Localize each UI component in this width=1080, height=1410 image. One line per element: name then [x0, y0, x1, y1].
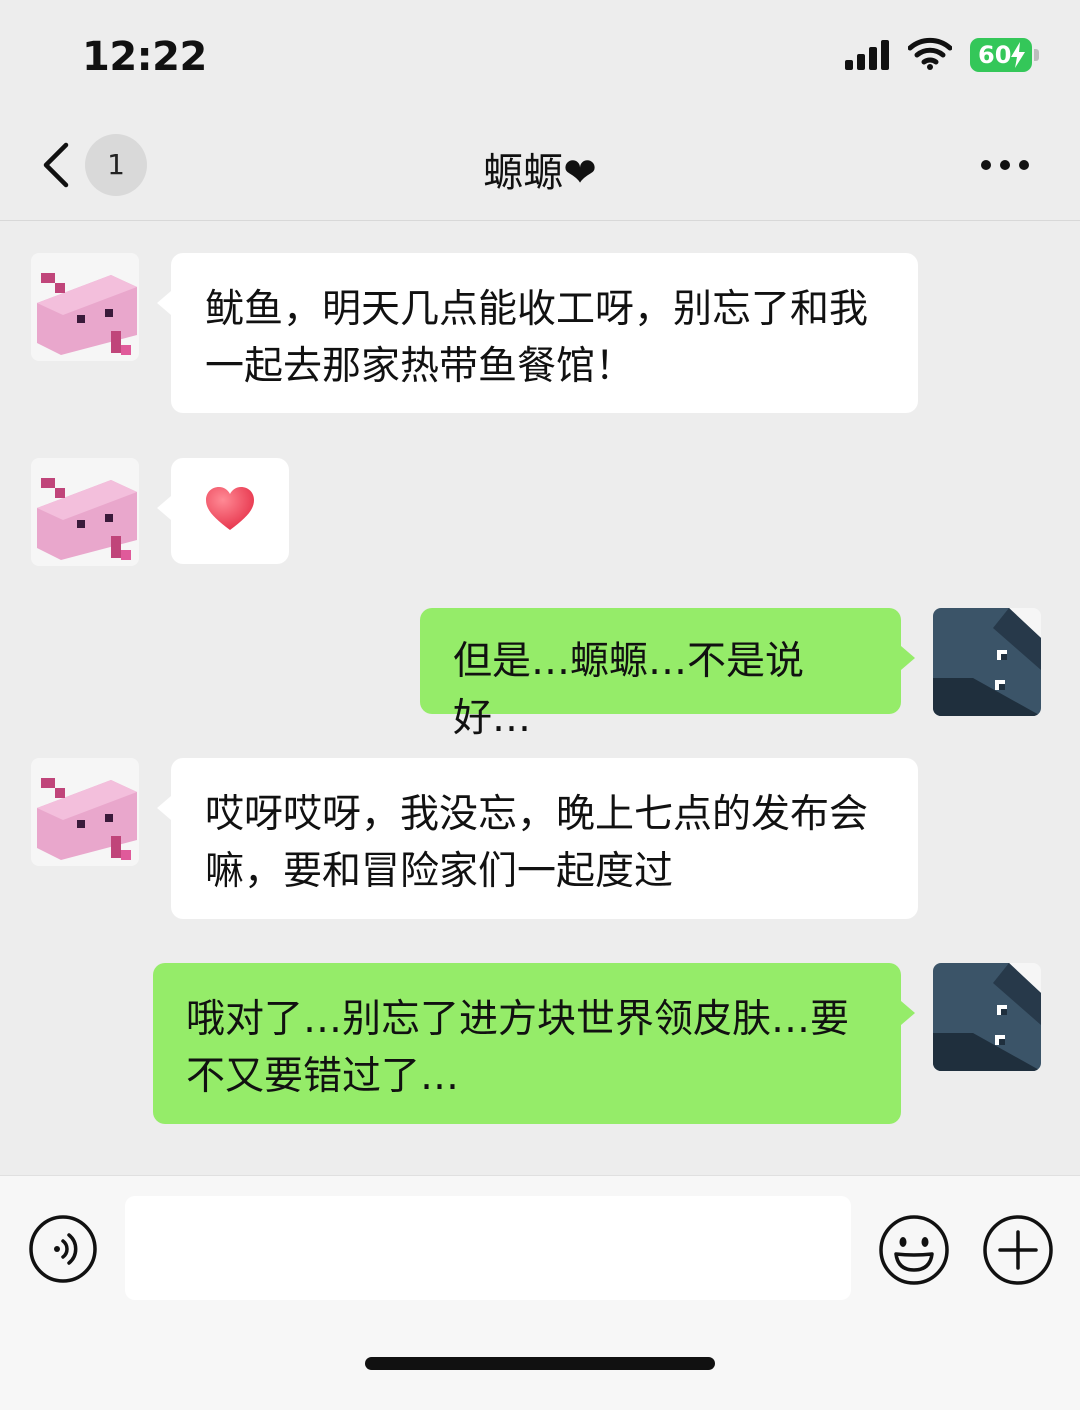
battery-cap	[1034, 49, 1039, 61]
battery-level: 60	[978, 41, 1012, 69]
chat-title: 螈螈❤	[483, 150, 597, 196]
charging-bolt-icon	[1011, 42, 1025, 68]
contact-avatar[interactable]	[31, 253, 139, 361]
wifi-icon	[908, 37, 952, 70]
message-bubble-incoming[interactable]: 哎呀哎呀，我没忘，晚上七点的发布会嘛，要和冒险家们一起度过	[157, 758, 918, 919]
message-input-bar	[0, 1175, 1080, 1410]
status-bar: 12:22 60	[0, 0, 1080, 110]
message-bubble-incoming[interactable]	[157, 458, 289, 564]
contact-avatar[interactable]	[31, 458, 139, 566]
more-options-icon[interactable]	[978, 150, 1032, 180]
message-text: 哎呀哎呀，我没忘，晚上七点的发布会嘛，要和冒险家们一起度过	[205, 792, 869, 894]
user-avatar[interactable]	[933, 608, 1041, 716]
message-text: 但是…螈螈…不是说好…	[453, 639, 805, 741]
message-text: 鱿鱼，明天几点能收工呀，别忘了和我一起去那家热带鱼餐馆！	[205, 287, 869, 389]
home-indicator[interactable]	[365, 1357, 715, 1370]
status-time: 12:22	[82, 34, 207, 80]
battery-indicator: 60	[970, 38, 1042, 72]
contact-avatar[interactable]	[31, 758, 139, 866]
message-bubble-outgoing[interactable]: 哦对了…别忘了进方块世界领皮肤…要不又要错过了…	[153, 963, 915, 1124]
chat-header: 1 螈螈❤	[0, 110, 1080, 221]
cellular-signal-icon	[845, 40, 889, 70]
message-bubble-incoming[interactable]: 鱿鱼，明天几点能收工呀，别忘了和我一起去那家热带鱼餐馆！	[157, 253, 918, 413]
user-avatar[interactable]	[933, 963, 1041, 1071]
add-plus-icon[interactable]	[982, 1214, 1054, 1286]
emoji-icon[interactable]	[878, 1214, 950, 1286]
back-chevron-icon[interactable]	[36, 140, 76, 190]
message-text: 哦对了…别忘了进方块世界领皮肤…要不又要错过了…	[186, 997, 850, 1099]
voice-input-icon[interactable]	[28, 1214, 98, 1284]
unread-count-badge[interactable]: 1	[85, 134, 147, 196]
message-bubble-outgoing[interactable]: 但是…螈螈…不是说好…	[420, 608, 915, 741]
message-input[interactable]	[125, 1196, 851, 1300]
heart-icon	[206, 487, 254, 530]
battery-body: 60	[970, 38, 1032, 72]
